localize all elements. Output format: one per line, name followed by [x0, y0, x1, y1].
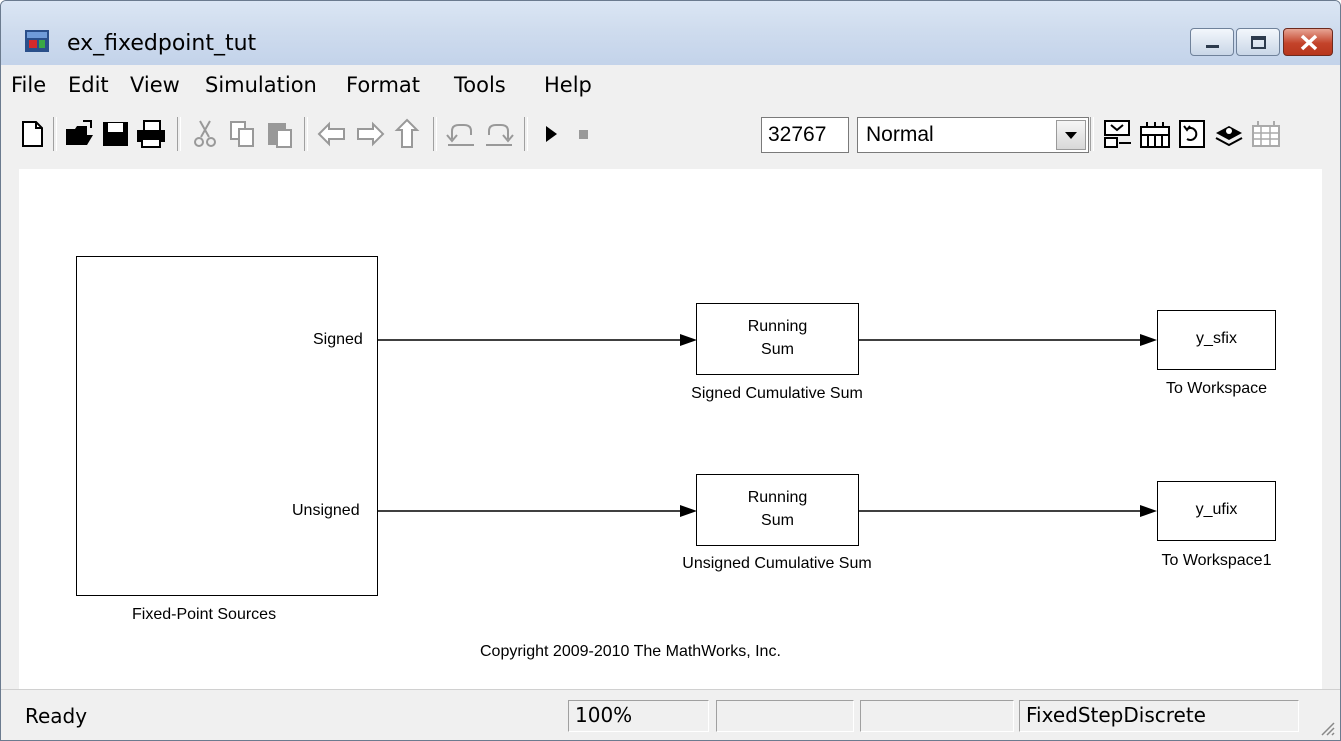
- model-explorer-button[interactable]: [1212, 117, 1246, 151]
- build-button[interactable]: [1101, 117, 1135, 151]
- window-title: ex_fixedpoint_tut: [67, 31, 257, 56]
- block-label-signed-sum: Signed Cumulative Sum: [691, 385, 863, 402]
- arrowhead: [680, 505, 697, 517]
- port-label-unsigned: Unsigned: [292, 502, 360, 519]
- minimize-icon: [1206, 45, 1219, 48]
- status-pane-3: [716, 700, 854, 732]
- solver-pane: FixedStepDiscrete: [1019, 700, 1299, 732]
- copy-button: [226, 117, 260, 151]
- up-button: [390, 117, 424, 151]
- left-border: [1, 169, 19, 689]
- resize-grip-icon[interactable]: [1318, 719, 1336, 737]
- toolbar-separator: [304, 117, 308, 151]
- paste-button: [263, 117, 297, 151]
- toolbar-separator: [524, 117, 528, 151]
- stop-simulation-icon: [579, 130, 588, 139]
- new-model-icon: [22, 121, 43, 147]
- paste-icon: [268, 123, 292, 148]
- cut-button: [189, 117, 223, 151]
- redo-button: [482, 117, 516, 151]
- maximize-icon: [1251, 36, 1266, 49]
- simulation-mode-select[interactable]: Normal: [857, 117, 1089, 153]
- toolbar-separator: [433, 117, 437, 151]
- back-icon: [317, 121, 345, 147]
- toolbar: [1, 103, 1340, 170]
- copy-icon: [230, 121, 254, 147]
- start-simulation-button[interactable]: [533, 117, 567, 151]
- close-icon: [1300, 34, 1318, 51]
- ws-unsigned-text: y_ufix: [1195, 501, 1238, 518]
- stop-time-field[interactable]: 32767: [761, 117, 849, 153]
- save-button[interactable]: [99, 117, 133, 151]
- sum-unsigned-text-line2: Sum: [761, 512, 794, 529]
- menu-format[interactable]: Format: [346, 73, 420, 97]
- update-diagram-icon: [1179, 120, 1205, 148]
- simulation-mode-value: Normal: [866, 123, 934, 146]
- minimize-button[interactable]: [1190, 28, 1234, 56]
- fixed-point-sources-block[interactable]: [76, 256, 378, 596]
- sum-signed-text-line1: Running: [747, 318, 808, 335]
- forward-button: [353, 117, 387, 151]
- debug-icon: [1252, 121, 1280, 147]
- port-label-signed: Signed: [313, 331, 363, 348]
- arrowhead: [1140, 505, 1157, 517]
- redo-icon: [486, 124, 514, 146]
- forward-icon: [357, 121, 385, 147]
- block-label-to-workspace: To Workspace: [1165, 380, 1268, 397]
- toolbar-separator: [53, 117, 57, 151]
- chevron-down-icon: [1065, 132, 1077, 139]
- arrowhead: [680, 334, 697, 346]
- block-label-unsigned-sum: Unsigned Cumulative Sum: [682, 555, 872, 572]
- debug-button: [1249, 117, 1283, 151]
- up-icon: [394, 118, 420, 148]
- print-icon: [137, 120, 165, 148]
- library-browser-button[interactable]: [1138, 117, 1172, 151]
- update-diagram-button[interactable]: [1175, 117, 1209, 151]
- menu-simulation[interactable]: Simulation: [205, 73, 317, 97]
- menu-tools[interactable]: Tools: [454, 73, 506, 97]
- ws-signed-text: y_sfix: [1196, 330, 1237, 347]
- model-window: ex_fixedpoint_tut File Edit View Simulat…: [0, 0, 1341, 741]
- menu-help[interactable]: Help: [544, 73, 592, 97]
- zoom-pane: 100%: [568, 700, 709, 732]
- start-simulation-icon: [546, 126, 557, 142]
- arrowhead: [1140, 334, 1157, 346]
- block-label-sources: Fixed-Point Sources: [132, 606, 277, 623]
- build-icon: [1104, 120, 1131, 148]
- toolbar-separator: [177, 117, 181, 151]
- copyright-annotation: Copyright 2009-2010 The MathWorks, Inc.: [480, 643, 781, 660]
- menu-edit[interactable]: Edit: [68, 73, 109, 97]
- back-button: [315, 117, 349, 151]
- diagram-canvas[interactable]: Signed Unsigned Fixed-Point Sources Runn…: [19, 169, 1322, 689]
- undo-icon: [446, 124, 474, 146]
- status-bar: Ready 100% FixedStepDiscrete: [1, 689, 1340, 740]
- maximize-button[interactable]: [1236, 28, 1280, 56]
- library-browser-icon: [1140, 122, 1170, 148]
- unsigned-cumulative-sum-block[interactable]: [696, 474, 859, 546]
- open-icon: [66, 120, 93, 145]
- close-button[interactable]: [1283, 28, 1333, 56]
- model-explorer-icon: [1215, 126, 1243, 147]
- new-model-button[interactable]: [15, 117, 49, 151]
- simulink-model-icon: [25, 30, 49, 52]
- menu-file[interactable]: File: [11, 73, 46, 97]
- print-button[interactable]: [134, 117, 168, 151]
- block-label-to-workspace1: To Workspace1: [1161, 552, 1272, 569]
- save-icon: [103, 122, 128, 146]
- menu-view[interactable]: View: [130, 73, 180, 97]
- toolbar-separator: [1090, 117, 1094, 151]
- open-button[interactable]: [63, 117, 97, 151]
- sum-signed-text-line2: Sum: [761, 341, 794, 358]
- cut-icon: [194, 120, 216, 147]
- menu-bar: File Edit View Simulation Format Tools H…: [1, 65, 1340, 103]
- signed-cumulative-sum-block[interactable]: [696, 303, 859, 375]
- sum-unsigned-text-line1: Running: [747, 489, 808, 506]
- right-border: [1322, 169, 1340, 689]
- title-bar[interactable]: ex_fixedpoint_tut: [1, 1, 1340, 65]
- status-text: Ready: [25, 704, 88, 728]
- status-pane-4: [860, 700, 1014, 732]
- undo-button: [444, 117, 478, 151]
- dropdown-button[interactable]: [1056, 120, 1086, 150]
- stop-simulation-button: [567, 117, 601, 151]
